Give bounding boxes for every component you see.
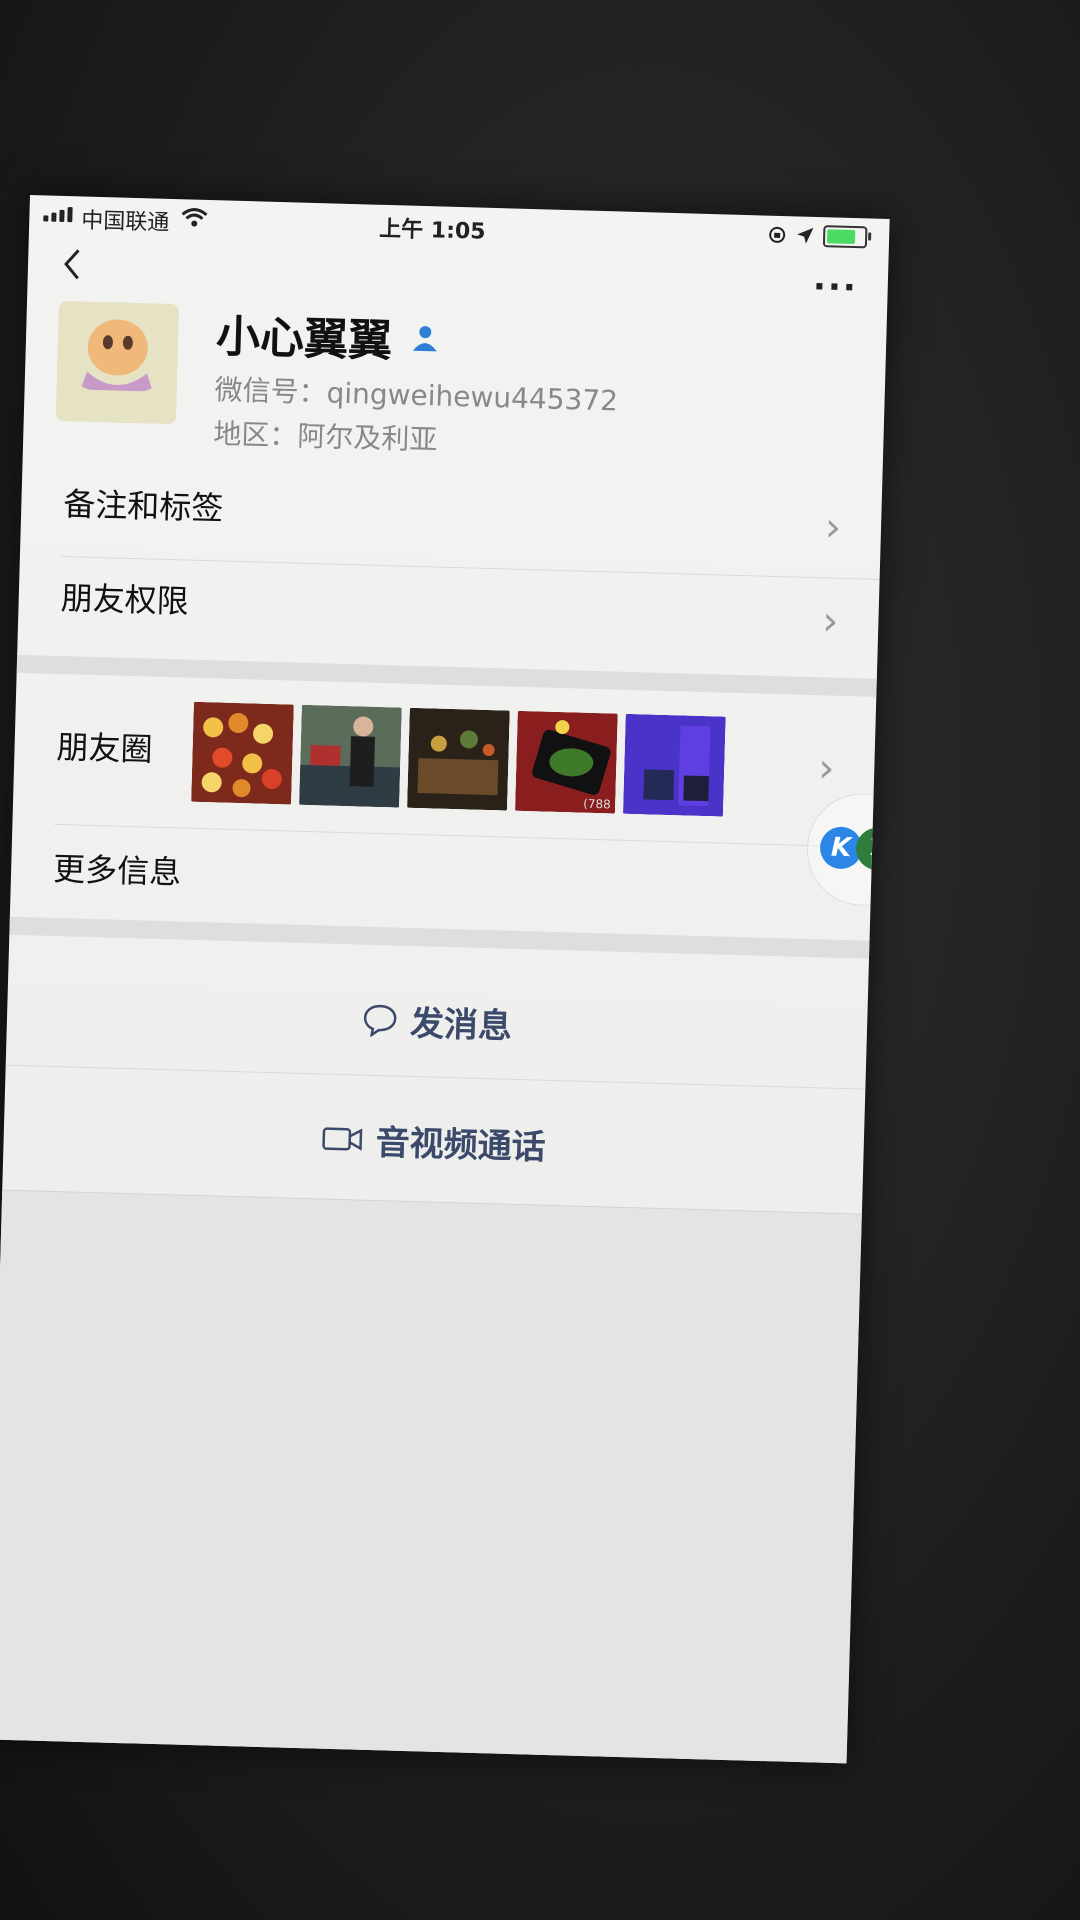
back-button[interactable] (58, 246, 95, 283)
empty-area (0, 1190, 862, 1764)
location-icon (797, 227, 814, 244)
baby-cartoon-image (55, 300, 180, 425)
clock: 上午 1:05 (378, 216, 486, 245)
contact-name: 小心翼翼 (215, 311, 393, 368)
phone-screen: 中国联通 上午 1:05 ··· 小心翼翼 微信号：qingweihewu445… (0, 195, 890, 1764)
more-info-label: 更多信息 (52, 849, 182, 892)
battery-level (826, 229, 856, 245)
dish-thumbnail: (788 (514, 710, 618, 814)
chevron-right-icon: › (817, 745, 835, 792)
dish-thumbnail-caption: (788 (583, 797, 611, 812)
chef-thumbnail (299, 704, 402, 808)
send-message-label: 发消息 (409, 1003, 513, 1047)
video-call-button[interactable]: 音视频通话 (3, 1105, 864, 1178)
video-call-label: 音视频通话 (375, 1123, 547, 1168)
chevron-left-icon (64, 249, 80, 280)
send-message-button[interactable]: 发消息 (7, 985, 868, 1059)
rotation-lock-icon (769, 226, 786, 243)
chat-bubble-icon (363, 1004, 397, 1038)
purple-room-thumbnail (622, 713, 726, 817)
battery-icon (822, 225, 868, 249)
carrier-label: 中国联通 (80, 208, 170, 236)
friend-permissions-label: 朋友权限 (60, 579, 190, 621)
video-camera-icon (322, 1126, 363, 1151)
user-icon (412, 326, 437, 352)
remarks-tags-label: 备注和标签 (62, 485, 224, 528)
cherries-thumbnail (191, 701, 294, 805)
wifi-icon (181, 208, 208, 227)
signal-icon (43, 205, 73, 223)
divider (5, 1064, 866, 1090)
moments-row[interactable]: 朋友圈 (788 › (12, 673, 876, 847)
region: 地区：阿尔及利亚 (212, 417, 438, 457)
more-options-button[interactable]: ··· (812, 267, 858, 308)
wechat-id: 微信号：qingweihewu445372 (214, 373, 619, 418)
name-row: 小心翼翼 (215, 300, 441, 370)
food-table-thumbnail (407, 707, 510, 811)
moments-thumbnails: (788 (191, 701, 726, 817)
chevron-right-icon: › (821, 598, 840, 645)
moments-label: 朋友圈 (56, 727, 154, 769)
avatar[interactable] (55, 300, 180, 425)
chevron-right-icon: › (824, 504, 842, 551)
status-right (767, 224, 868, 249)
